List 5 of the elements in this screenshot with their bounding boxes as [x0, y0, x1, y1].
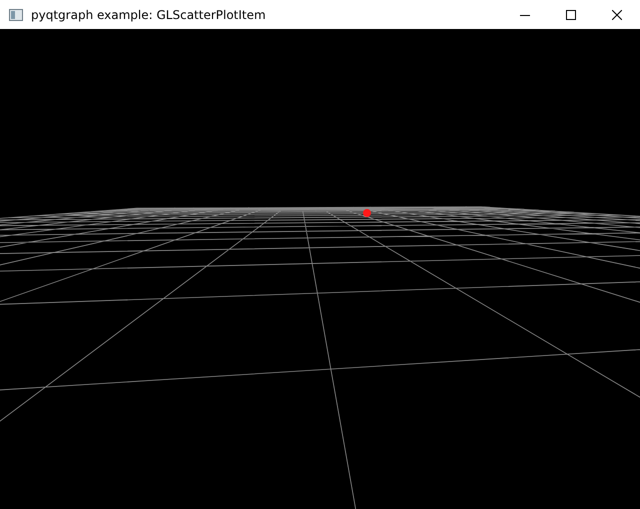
scatter-point: [363, 209, 371, 217]
window-title: pyqtgraph example: GLScatterPlotItem: [31, 8, 267, 22]
maximize-icon: [566, 10, 576, 20]
close-icon: [612, 10, 622, 20]
app-icon: [9, 8, 23, 20]
